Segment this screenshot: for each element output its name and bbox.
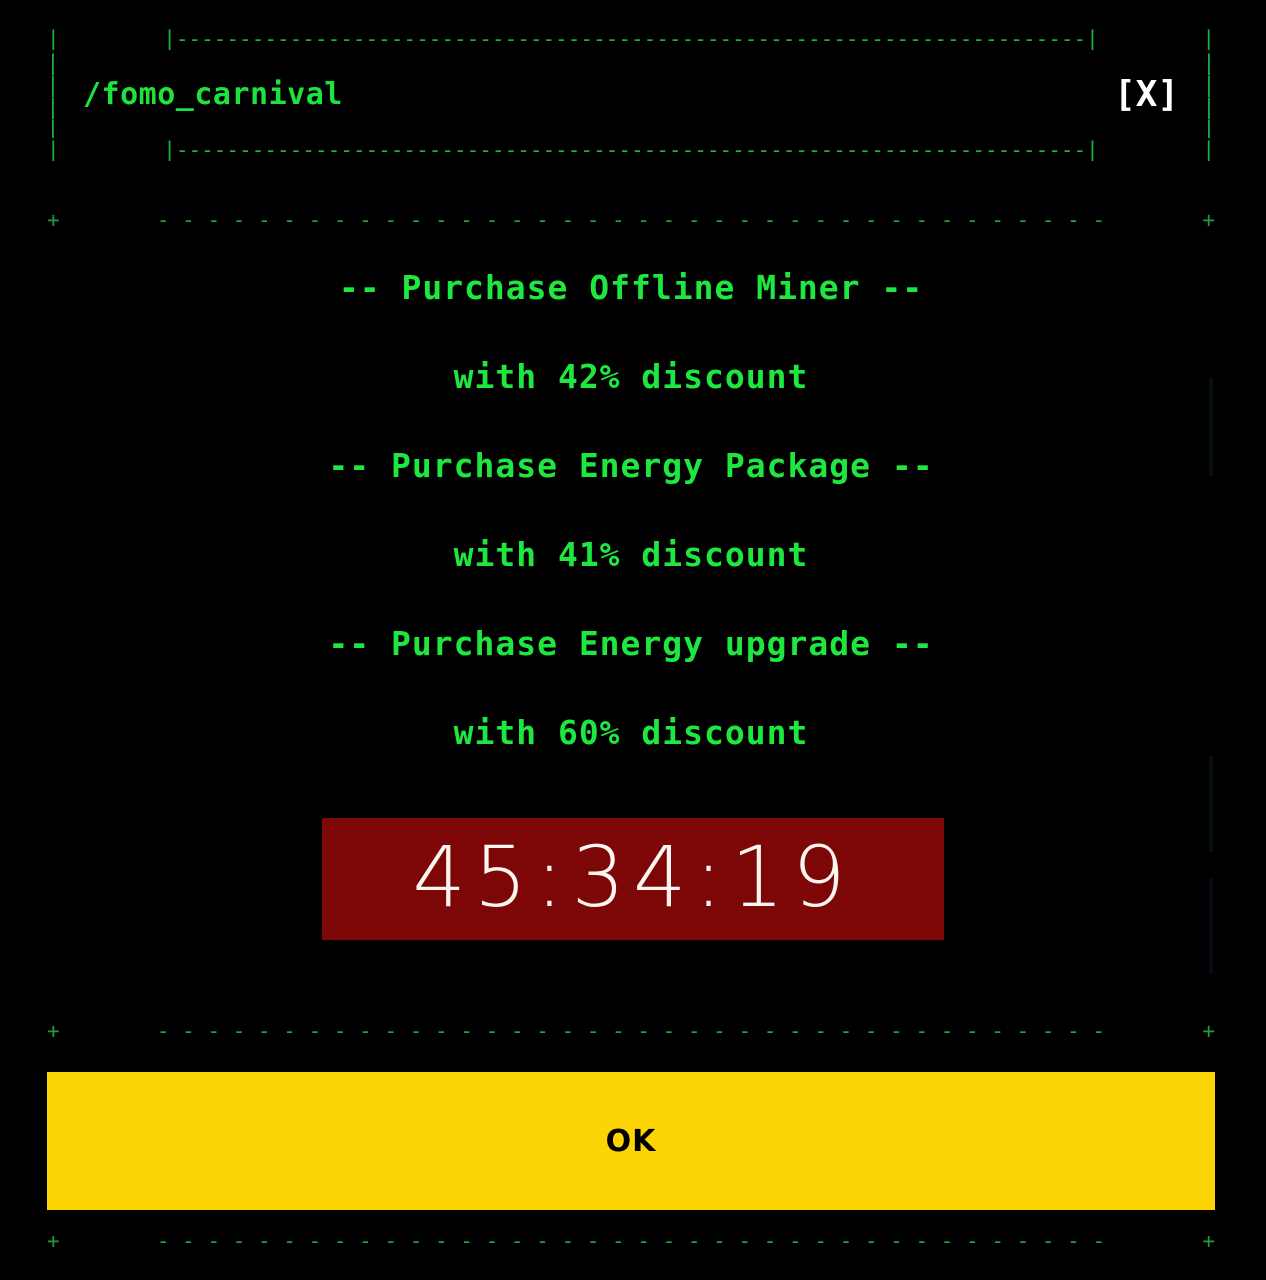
separator-cap-right: + <box>1202 1229 1215 1253</box>
close-icon[interactable]: [X] <box>1114 76 1179 113</box>
offer-item[interactable]: -- Purchase Energy upgrade -- with 60% d… <box>47 599 1215 777</box>
separator-cap-right: + <box>1202 208 1215 232</box>
offer-discount: with 41% discount <box>453 535 809 574</box>
titlebar-bottom-dashes: |---------------------------------------… <box>163 139 1099 161</box>
separator-dashes: - - - - - - - - - - - - - - - - - - - - … <box>156 208 1106 232</box>
page-title: /fomo_carnival <box>83 77 343 112</box>
offer-list: -- Purchase Offline Miner -- with 42% di… <box>47 243 1215 783</box>
separator-dashes: - - - - - - - - - - - - - - - - - - - - … <box>156 1229 1106 1253</box>
offer-item[interactable]: -- Purchase Energy Package -- with 41% d… <box>47 421 1215 599</box>
titlebar-corner-right: | <box>1202 28 1215 50</box>
titlebar-left-edge: | | | | <box>47 52 59 138</box>
titlebar-content: /fomo_carnival [X] <box>61 50 1201 139</box>
separator-bottom: + - - - - - - - - - - - - - - - - - - - … <box>47 1018 1215 1044</box>
separator-top: + - - - - - - - - - - - - - - - - - - - … <box>47 207 1215 233</box>
titlebar-right-edge: | | | | <box>1203 52 1215 138</box>
offer-title: -- Purchase Energy Package -- <box>328 446 934 485</box>
titlebar-corner-bottom-right: | <box>1202 139 1215 161</box>
separator-cap-right: + <box>1202 1019 1215 1043</box>
titlebar-top-border: | |-------------------------------------… <box>47 28 1215 50</box>
titlebar-top-dashes: |---------------------------------------… <box>163 28 1099 50</box>
titlebar-corner-left: | <box>47 28 60 50</box>
separator-cap-left: + <box>47 1229 60 1253</box>
offer-title: -- Purchase Energy upgrade -- <box>328 624 934 663</box>
separator-cap-left: + <box>47 208 60 232</box>
countdown-timer: 45:34:19 <box>322 818 944 940</box>
fomo-carnival-dialog: | |-------------------------------------… <box>0 0 1266 1280</box>
countdown-timer-wrapper: 45:34:19 <box>0 818 1266 940</box>
dialog-titlebar: | |-------------------------------------… <box>47 28 1215 161</box>
titlebar-bottom-border: | |-------------------------------------… <box>47 139 1215 161</box>
offer-title: -- Purchase Offline Miner -- <box>338 268 924 307</box>
titlebar-corner-bottom-left: | <box>47 139 60 161</box>
separator-cap-left: + <box>47 1019 60 1043</box>
ok-button[interactable]: OK <box>47 1072 1215 1210</box>
offer-discount: with 60% discount <box>453 713 809 752</box>
offer-item[interactable]: -- Purchase Offline Miner -- with 42% di… <box>47 243 1215 421</box>
separator-dashes: - - - - - - - - - - - - - - - - - - - - … <box>156 1019 1106 1043</box>
separator-footer: + - - - - - - - - - - - - - - - - - - - … <box>47 1228 1215 1254</box>
offer-discount: with 42% discount <box>453 357 809 396</box>
